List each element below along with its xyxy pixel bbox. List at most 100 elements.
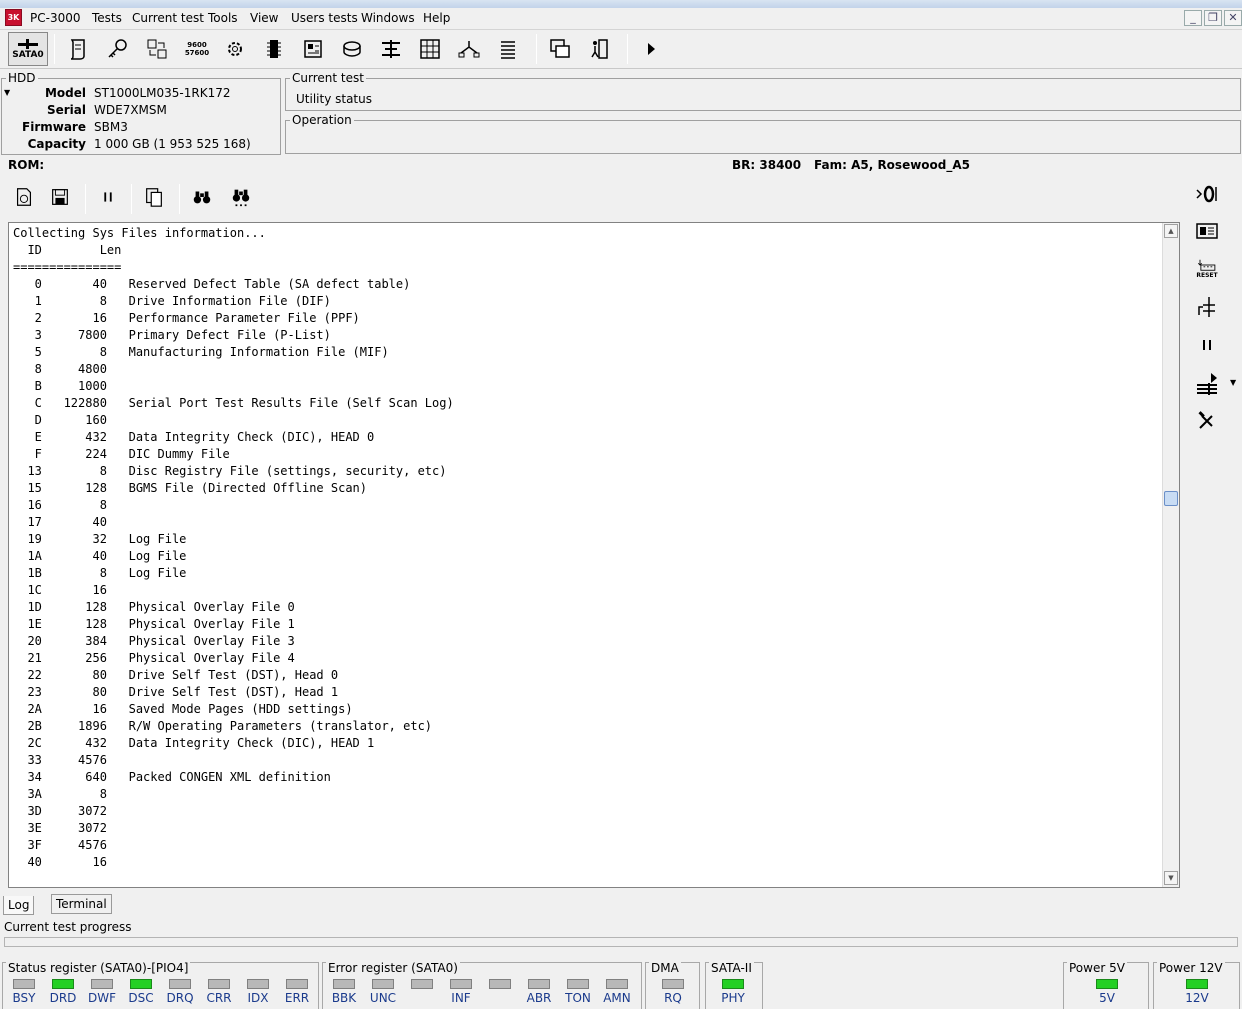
led-bsy <box>13 979 35 989</box>
window-title-bar <box>0 0 1242 8</box>
tree-button[interactable] <box>453 33 485 65</box>
transfer-button[interactable] <box>141 33 173 65</box>
led-label: IDX <box>247 991 269 1005</box>
sata-port-button[interactable]: SATA0 <box>8 32 48 66</box>
power-5v-group: Power 5V 5V <box>1063 961 1149 1009</box>
toolbar-separator <box>131 184 132 214</box>
log-row: 23 80 Drive Self Test (DST), Head 1 <box>13 685 339 699</box>
gear-brain-button[interactable] <box>219 33 251 65</box>
chip-button[interactable] <box>258 33 290 65</box>
log-row: F 224 DIC Dummy File <box>13 447 230 461</box>
hdd-model-value: ST1000LM035-1RK172 <box>94 86 231 100</box>
exit-button[interactable] <box>583 33 615 65</box>
step-button[interactable] <box>1191 367 1223 399</box>
windows-icon <box>550 39 570 58</box>
error-register-legend: Error register (SATA0) <box>326 961 460 975</box>
log-row: 3D 3072 <box>13 804 107 818</box>
log-row: E 432 Data Integrity Check (DIC), HEAD 0 <box>13 430 375 444</box>
power-12v-legend: Power 12V <box>1157 961 1225 975</box>
menu-users-tests[interactable]: Users tests <box>289 10 360 26</box>
scroll-up-icon[interactable]: ▲ <box>1164 224 1178 238</box>
log-row: 21 256 Physical Overlay File 4 <box>13 651 295 665</box>
run-button[interactable] <box>635 33 667 65</box>
log-row: 5 8 Manufacturing Information File (MIF) <box>13 345 389 359</box>
current-test-progress-bar <box>4 937 1238 947</box>
log-tabs: Log Terminal <box>0 892 1188 916</box>
toolbar-separator <box>627 34 628 64</box>
hdd-model-label: Model <box>44 86 86 100</box>
heads-button[interactable] <box>375 33 407 65</box>
menu-current-test[interactable]: Current test <box>130 10 206 26</box>
scroll-thumb[interactable] <box>1164 491 1178 506</box>
led-label: ABR <box>526 991 552 1005</box>
log-row: 3 7800 Primary Defect File (P-List) <box>13 328 331 342</box>
log-toolbar <box>5 180 1185 218</box>
led-label: RQ <box>664 991 682 1005</box>
grid-icon <box>420 39 440 59</box>
app-logo-icon[interactable]: 3K <box>5 9 22 26</box>
reset-icon <box>1197 259 1216 271</box>
menu-view[interactable]: View <box>248 10 280 26</box>
restore-button[interactable]: ❐ <box>1204 10 1222 26</box>
baud-rate-button[interactable]: 9600 57600 <box>181 33 213 65</box>
pause-log-button[interactable] <box>93 182 123 212</box>
hdd-board-button[interactable] <box>1191 215 1223 247</box>
chevron-down-icon[interactable]: ▼ <box>1230 378 1236 387</box>
copy-log-button[interactable] <box>139 182 169 212</box>
power-zero-button[interactable] <box>1191 178 1223 210</box>
menu-help[interactable]: Help <box>421 10 452 26</box>
grid-button[interactable] <box>414 33 446 65</box>
log-row: C 122880 Serial Port Test Results File (… <box>13 396 454 410</box>
reset-label: RESET <box>1196 271 1218 279</box>
log-row: 1A 40 Log File <box>13 549 187 563</box>
tab-terminal[interactable]: Terminal <box>51 894 112 914</box>
scroll-down-icon[interactable]: ▼ <box>1164 871 1178 885</box>
menu-tools[interactable]: Tools <box>206 10 240 26</box>
menu-windows[interactable]: Windows <box>359 10 417 26</box>
pause-power-button[interactable] <box>1191 329 1223 361</box>
save-log-button[interactable] <box>45 182 75 212</box>
log-row: 2C 432 Data Integrity Check (DIC), HEAD … <box>13 736 375 750</box>
probe-button[interactable] <box>1191 291 1223 323</box>
find-next-button[interactable] <box>226 182 256 212</box>
windows-button[interactable] <box>544 33 576 65</box>
led-label: BBK <box>331 991 357 1005</box>
log-vertical-scrollbar[interactable]: ▲ ▼ <box>1162 223 1179 887</box>
close-button[interactable]: ✕ <box>1224 10 1242 26</box>
list-button[interactable] <box>492 33 524 65</box>
hdd-serial-label: Serial <box>46 103 86 117</box>
scroll-button[interactable] <box>62 33 94 65</box>
log-header-line: Collecting Sys Files information... <box>13 226 266 240</box>
menu-tests[interactable]: Tests <box>90 10 124 26</box>
led-5v <box>1096 979 1118 989</box>
led-err <box>286 979 308 989</box>
board-button[interactable] <box>297 33 329 65</box>
led-amn <box>606 979 628 989</box>
log-panel[interactable]: Collecting Sys Files information... ID L… <box>8 222 1180 888</box>
led-unused <box>411 979 433 989</box>
status-register-group: Status register (SATA0)-[PIO4] BSY DRD DWF D… <box>2 961 319 1009</box>
key-button[interactable] <box>102 33 134 65</box>
rom-info-row: ROM: BR: 38400 Fam: A5, Rosewood_A5 <box>0 156 1185 174</box>
power-off-icon <box>1196 185 1217 203</box>
progress-label: Current test progress <box>4 920 132 934</box>
current-test-legend: Current test <box>292 71 364 85</box>
list-icon <box>501 41 515 59</box>
tab-log[interactable]: Log <box>3 896 35 915</box>
heads-icon <box>382 40 400 58</box>
tools-button[interactable] <box>1191 405 1223 437</box>
right-toolbar: RESET ▼ <box>1188 178 1242 458</box>
exit-icon <box>591 39 608 59</box>
minimize-button[interactable]: _ <box>1184 10 1202 26</box>
pause-icon <box>1203 340 1211 350</box>
refresh-doc-button[interactable] <box>9 182 39 212</box>
log-row: B 1000 <box>13 379 107 393</box>
disk-button[interactable] <box>336 33 368 65</box>
find-button[interactable] <box>187 182 217 212</box>
reset-button[interactable]: RESET <box>1191 252 1223 284</box>
log-row: 3E 3072 <box>13 821 107 835</box>
log-row: 1B 8 Log File <box>13 566 187 580</box>
copy-icon <box>146 188 162 207</box>
operation-legend: Operation <box>292 113 352 127</box>
led-label: ERR <box>284 991 310 1005</box>
